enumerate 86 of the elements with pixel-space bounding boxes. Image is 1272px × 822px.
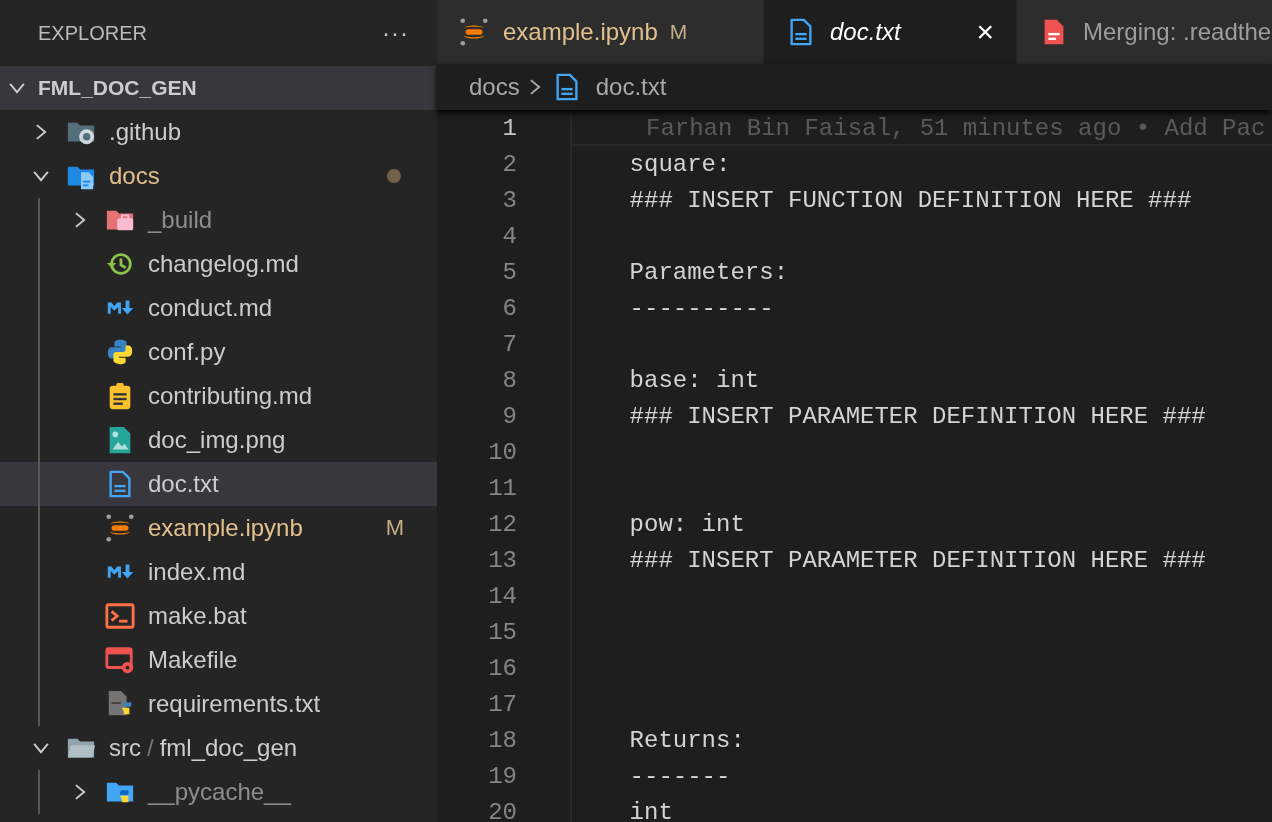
file-name: conf.py: [148, 338, 226, 366]
notebook-icon: [459, 17, 489, 47]
file-name: conduct.md: [148, 294, 273, 322]
line-number: 16: [487, 654, 517, 682]
editor-tab[interactable]: Merging: .readthe: [1017, 0, 1272, 64]
notebook-icon: [105, 513, 135, 543]
tab-label: doc.txt: [830, 18, 901, 46]
close-button[interactable]: ×: [976, 17, 994, 47]
code-line: base: int: [628, 366, 760, 394]
file-name: index.md: [148, 558, 246, 586]
editor-tab[interactable]: example.ipynb M: [437, 0, 764, 64]
file-name: Makefile: [148, 646, 238, 674]
folder-name: .github: [109, 118, 182, 146]
file-row[interactable]: make.bat: [0, 594, 437, 638]
folder-row[interactable]: _build: [0, 198, 437, 242]
line-number: 7: [501, 330, 517, 358]
code-line: -------: [628, 762, 731, 790]
line-number: 9: [501, 402, 517, 430]
code-line: pow: int: [628, 510, 745, 538]
line-number: 18: [487, 726, 517, 754]
code-line: Parameters:: [628, 258, 789, 286]
file-name: contributing.md: [148, 382, 313, 410]
breadcrumb-item[interactable]: doc.txt: [595, 73, 667, 101]
line-number: 3: [501, 186, 517, 214]
folder-name: _build: [148, 206, 213, 234]
line-number: 4: [501, 222, 517, 250]
folder-name: src: [109, 734, 141, 762]
folder-row[interactable]: __pycache__: [0, 770, 437, 814]
folder-name: fml_doc_gen: [159, 734, 298, 762]
file-row[interactable]: requirements.txt: [0, 682, 437, 726]
file-row[interactable]: changelog.md: [0, 242, 437, 286]
code-line: ### INSERT PARAMETER DEFINITION HERE ###: [628, 546, 1206, 574]
file-name: doc.txt: [148, 470, 219, 498]
line-number: 2: [501, 150, 517, 178]
project-name: FML_DOC_GEN: [38, 76, 197, 100]
folder-row[interactable]: docs: [0, 154, 437, 198]
folder-row[interactable]: .github: [0, 110, 437, 154]
project-section-header[interactable]: FML_DOC_GEN: [0, 66, 437, 110]
line-number: 14: [487, 582, 517, 610]
folder-name: docs: [109, 162, 160, 190]
line-number: 1: [501, 114, 517, 142]
tab-label: Merging: .readthe: [1083, 18, 1272, 46]
file-row[interactable]: conduct.md: [0, 286, 437, 330]
file-row[interactable]: Makefile: [0, 638, 437, 682]
line-number: 10: [487, 438, 517, 466]
line-number: 20: [487, 798, 517, 822]
file-row[interactable]: example.ipynb M: [0, 506, 437, 550]
file-name: make.bat: [148, 602, 247, 630]
python-icon: [105, 337, 135, 367]
code-line: Returns:: [628, 726, 745, 754]
file-row[interactable]: index.md: [0, 550, 437, 594]
line-number: 15: [487, 618, 517, 646]
folder-name: __pycache__: [148, 778, 291, 806]
code-line: int: [628, 798, 673, 822]
line-number: 11: [487, 474, 517, 502]
file-name: doc_img.png: [148, 426, 286, 454]
line-number: 6: [501, 294, 517, 322]
file-row[interactable]: conf.py: [0, 330, 437, 374]
line-number: 8: [501, 366, 517, 394]
explorer-title: EXPLORER: [38, 21, 148, 45]
more-actions-button[interactable]: ···: [378, 19, 413, 47]
git-blame-annotation: Farhan Bin Faisal, 51 minutes ago • Add Pac: [646, 114, 1266, 142]
line-number: 17: [487, 690, 517, 718]
file-row[interactable]: doc_img.png: [0, 418, 437, 462]
code-line: ### INSERT FUNCTION DEFINITION HERE ###: [628, 186, 1192, 214]
git-status: M: [669, 20, 688, 44]
line-number: 19: [487, 762, 517, 790]
file-name: example.ipynb: [148, 514, 303, 542]
file-row[interactable]: contributing.md: [0, 374, 437, 418]
editor-tab[interactable]: doc.txt ×: [764, 0, 1017, 64]
path-separator: /: [147, 734, 154, 762]
line-number: 12: [487, 510, 517, 538]
code-line: ----------: [628, 294, 774, 322]
code-line: ### INSERT PARAMETER DEFINITION HERE ###: [628, 402, 1206, 430]
terminal-icon: [105, 601, 135, 631]
code-line: square:: [628, 150, 731, 178]
file-name: requirements.txt: [148, 690, 321, 718]
makefile-icon: [105, 645, 135, 675]
breadcrumb-item[interactable]: docs: [469, 73, 520, 101]
file-name: changelog.md: [148, 250, 299, 278]
tab-label: example.ipynb: [503, 18, 658, 46]
line-number: 13: [487, 546, 517, 574]
file-row[interactable]: doc.txt: [0, 462, 437, 506]
git-status: M: [385, 515, 404, 541]
folder-row[interactable]: src / fml_doc_gen: [0, 726, 437, 770]
line-number: 5: [501, 258, 517, 286]
